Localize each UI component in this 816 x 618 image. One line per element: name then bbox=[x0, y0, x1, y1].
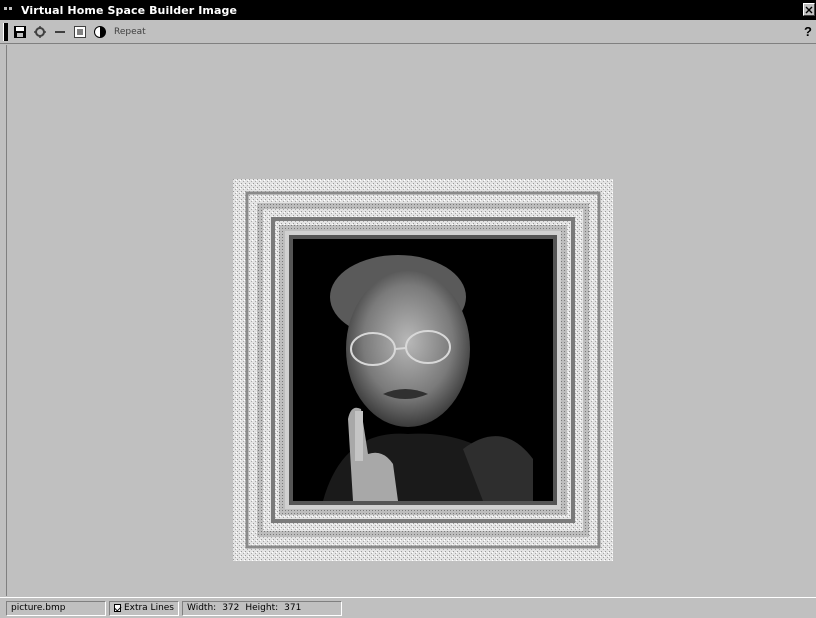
status-dimensions: Width: 372 Height: 371 bbox=[182, 600, 342, 616]
extra-lines-checkbox[interactable] bbox=[114, 604, 121, 612]
toolbar: Repeat ? bbox=[0, 20, 816, 44]
title-bar[interactable]: Virtual Home Space Builder Image bbox=[0, 0, 816, 20]
settings-button[interactable] bbox=[32, 23, 48, 40]
repeat-label[interactable]: Repeat bbox=[114, 27, 146, 37]
line-button[interactable] bbox=[52, 23, 68, 40]
close-button[interactable] bbox=[803, 3, 815, 16]
save-button[interactable] bbox=[12, 23, 28, 40]
app-icon[interactable] bbox=[3, 4, 17, 16]
extra-lines-label: Extra Lines bbox=[123, 603, 174, 613]
framed-portrait-image bbox=[233, 179, 613, 561]
help-button[interactable]: ? bbox=[802, 22, 814, 40]
app-window: Virtual Home Space Builder Image Repeat … bbox=[0, 0, 816, 618]
status-filename: picture.bmp bbox=[6, 600, 106, 616]
save-icon bbox=[14, 25, 26, 38]
image-icon bbox=[74, 25, 86, 38]
image-viewport bbox=[6, 45, 810, 596]
height-label: Height: bbox=[245, 603, 279, 613]
extra-lines-toggle[interactable]: Extra Lines bbox=[109, 600, 179, 616]
minus-icon bbox=[55, 30, 65, 33]
contrast-button[interactable] bbox=[92, 23, 108, 40]
toolbar-grip[interactable] bbox=[3, 22, 8, 41]
close-icon bbox=[805, 6, 813, 13]
height-value: 371 bbox=[284, 603, 302, 613]
width-value: 372 bbox=[222, 603, 240, 613]
contrast-icon bbox=[94, 25, 106, 38]
window-title: Virtual Home Space Builder Image bbox=[21, 3, 238, 17]
status-bar: picture.bmp Extra Lines Width: 372 Heigh… bbox=[0, 597, 816, 618]
filename-text: picture.bmp bbox=[11, 603, 66, 613]
gear-icon bbox=[34, 25, 46, 38]
width-label: Width: bbox=[187, 603, 217, 613]
image-button[interactable] bbox=[72, 23, 88, 40]
